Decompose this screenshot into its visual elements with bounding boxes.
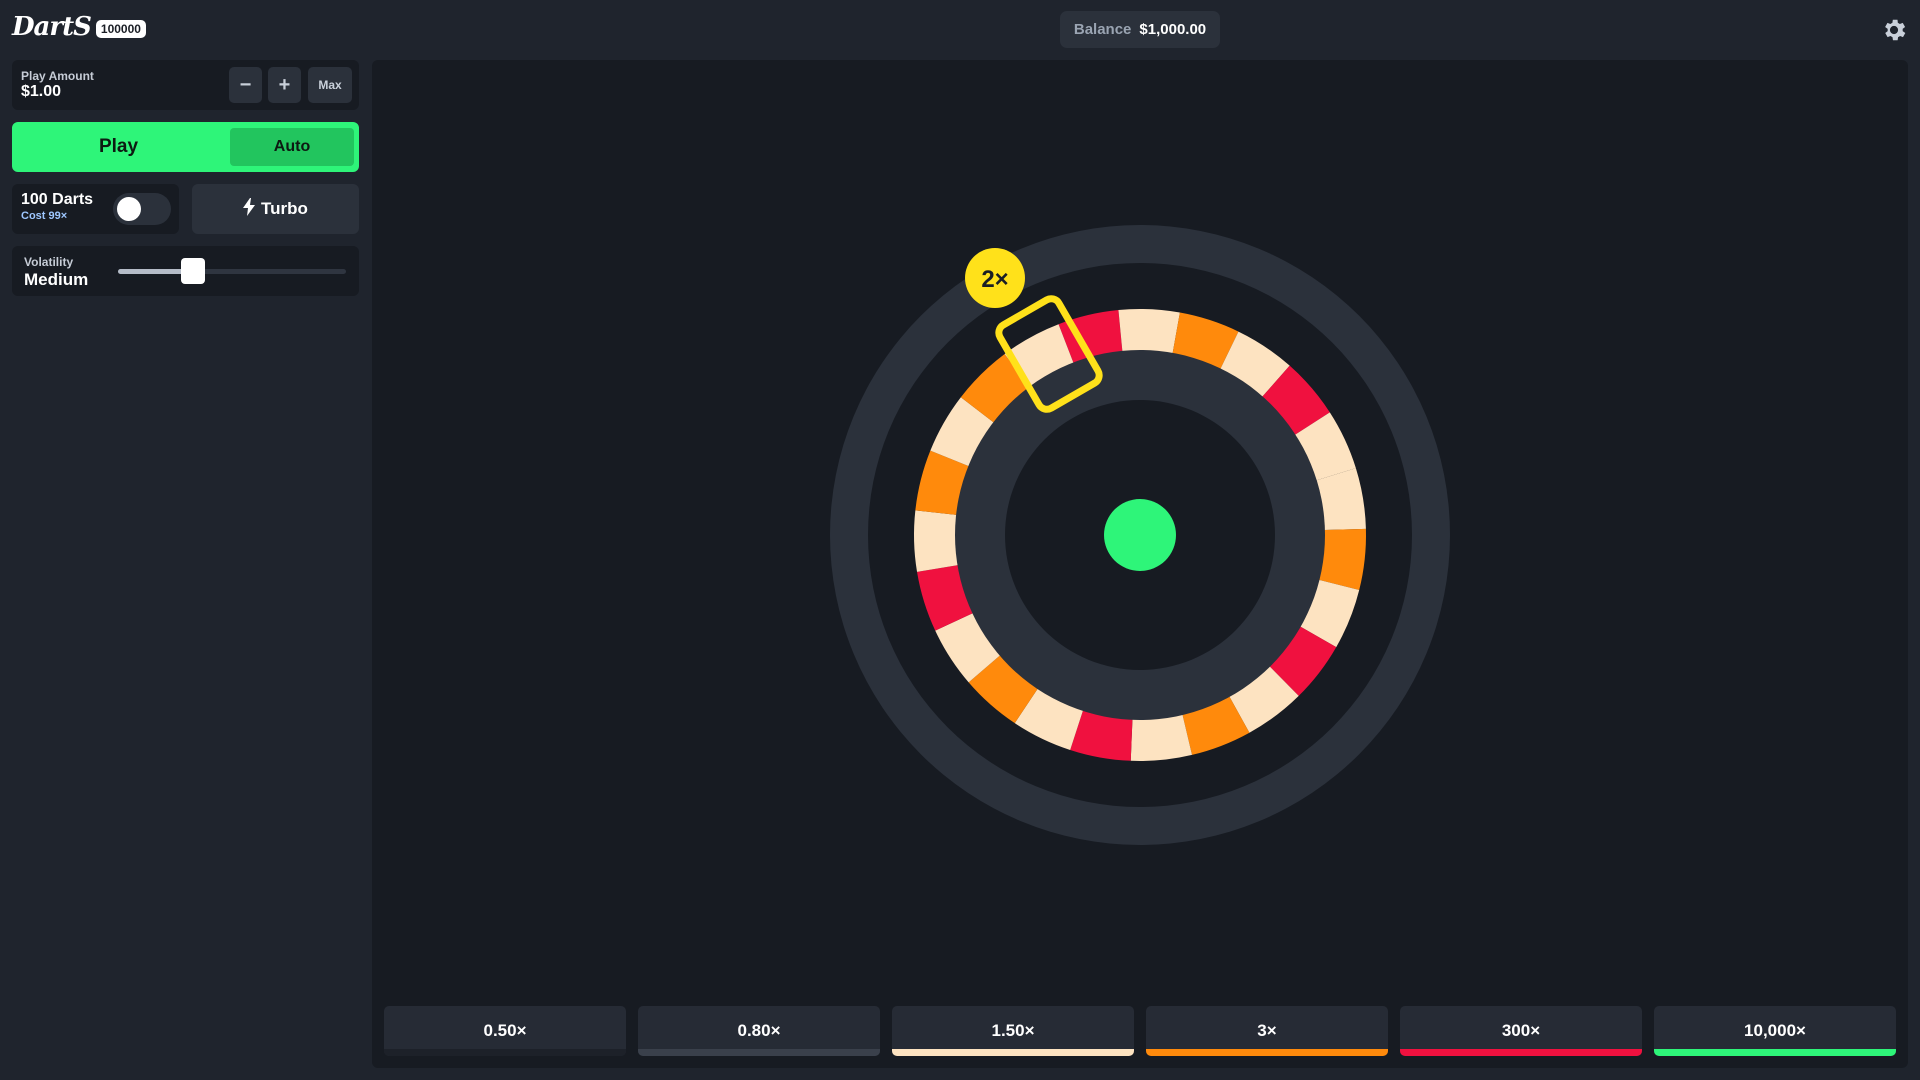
multiplier-4: 300× bbox=[1400, 1006, 1642, 1056]
play-amount-box: Play Amount $1.00 − + Max bbox=[12, 60, 359, 110]
multiplier-label: 300× bbox=[1501, 1021, 1541, 1040]
multiplier-color-bar bbox=[1400, 1049, 1642, 1056]
multiplier-label: 0.50× bbox=[483, 1021, 527, 1040]
multiplier-row: 0.50× 0.80× 1.50× 3× 300× 10,000× bbox=[384, 1006, 1896, 1056]
darts-toggle-knob bbox=[117, 197, 141, 221]
top-bar: DartS 100000 Balance $1,000.00 bbox=[0, 0, 1920, 60]
volatility-slider-thumb[interactable] bbox=[181, 258, 206, 284]
bullseye bbox=[1104, 499, 1176, 571]
dartboard[interactable]: 2× bbox=[372, 60, 1908, 940]
max-amount-button[interactable]: Max bbox=[308, 67, 352, 103]
multiplier-0: 0.50× bbox=[384, 1006, 626, 1056]
game-area: 2× 0.50× 0.80× 1.50× 3× 300× 10,000× bbox=[372, 60, 1908, 1068]
multiplier-color-bar bbox=[1146, 1049, 1388, 1056]
multiplier-label: 1.50× bbox=[991, 1021, 1035, 1040]
multiplier-3: 3× bbox=[1146, 1006, 1388, 1056]
multiplier-5: 10,000× bbox=[1654, 1006, 1896, 1056]
multiplier-color-bar bbox=[384, 1049, 626, 1056]
darts-count-box: 100 Darts Cost 99× bbox=[12, 184, 179, 234]
auto-button[interactable]: Auto bbox=[230, 128, 354, 166]
multiplier-color-bar bbox=[638, 1049, 880, 1056]
multiplier-color-bar bbox=[892, 1049, 1134, 1056]
decrease-amount-button[interactable]: − bbox=[229, 67, 262, 103]
play-bar: Play Auto bbox=[12, 122, 359, 172]
logo: DartS 100000 bbox=[12, 12, 146, 42]
play-amount-label: Play Amount bbox=[21, 69, 94, 83]
turbo-label: Turbo bbox=[261, 199, 308, 218]
increase-amount-button[interactable]: + bbox=[268, 67, 301, 103]
play-amount-value[interactable]: $1.00 bbox=[21, 83, 61, 101]
multiplier-2: 1.50× bbox=[892, 1006, 1134, 1056]
balance-value: $1,000.00 bbox=[1139, 21, 1207, 38]
multiplier-label: 0.80× bbox=[737, 1021, 781, 1040]
multiplier-label: 3× bbox=[1257, 1021, 1277, 1040]
darts-toggle[interactable] bbox=[113, 193, 171, 225]
turbo-button[interactable]: Turbo bbox=[192, 184, 359, 234]
balance-label: Balance bbox=[1073, 21, 1132, 38]
logo-badge: 100000 bbox=[95, 20, 146, 38]
hit-multiplier-text: 2× bbox=[981, 266, 1008, 293]
volatility-label: Volatility bbox=[24, 255, 74, 269]
gear-icon[interactable] bbox=[1880, 16, 1908, 44]
multiplier-color-bar bbox=[1654, 1049, 1896, 1056]
multiplier-1: 0.80× bbox=[638, 1006, 880, 1056]
volatility-box: Volatility Medium bbox=[12, 246, 359, 296]
balance-display: Balance $1,000.00 bbox=[1060, 11, 1220, 48]
logo-text: DartS bbox=[12, 12, 92, 42]
volatility-slider[interactable] bbox=[118, 258, 346, 284]
volatility-value: Medium bbox=[24, 270, 89, 289]
multiplier-label: 10,000× bbox=[1744, 1021, 1806, 1040]
lightning-icon bbox=[243, 197, 256, 221]
darts-count-title: 100 Darts bbox=[21, 191, 94, 208]
play-button[interactable]: Play bbox=[12, 122, 225, 172]
darts-cost: Cost 99× bbox=[21, 210, 68, 222]
